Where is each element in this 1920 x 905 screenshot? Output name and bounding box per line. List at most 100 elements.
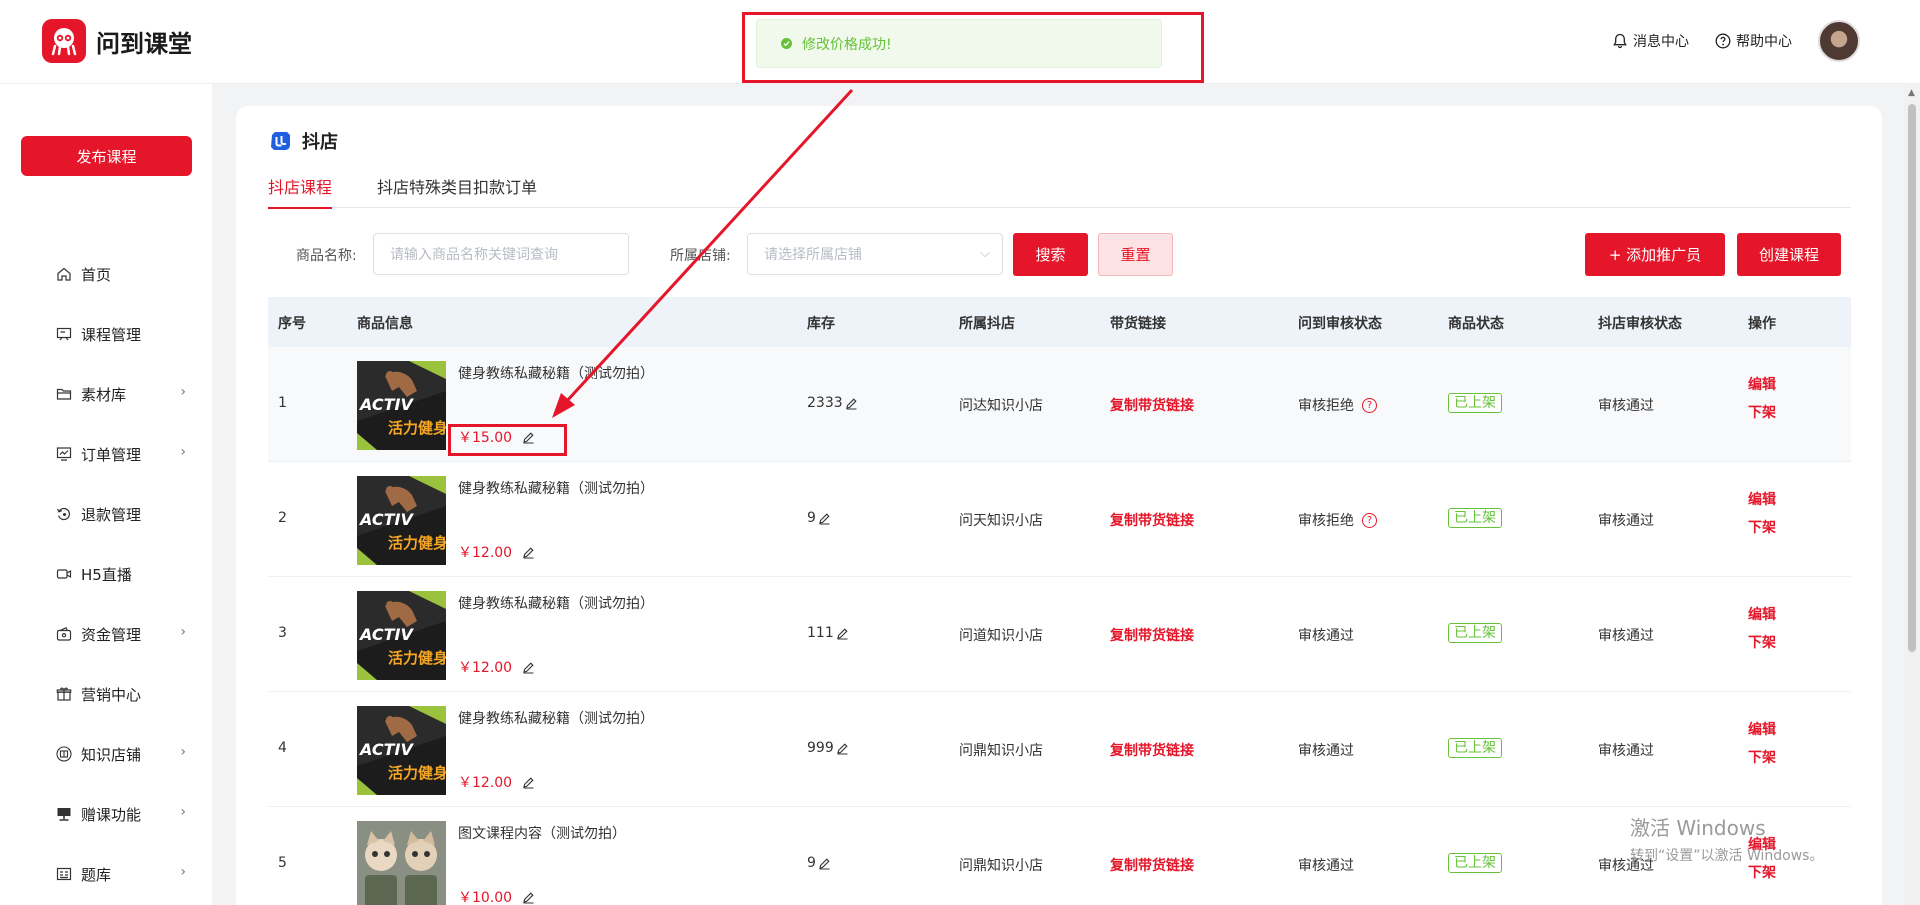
wendao-audit-status: 审核通过 [1298, 740, 1354, 760]
take-down-button[interactable]: 下架 [1748, 514, 1776, 542]
watermark-subtitle: 转到“设置”以激活 Windows。 [1630, 848, 1824, 864]
copy-sales-link-button[interactable]: 复制带货链接 [1110, 510, 1194, 530]
sidebar-item-fund-management[interactable]: 资金管理 › [0, 604, 212, 664]
edit-button[interactable]: 编辑 [1748, 371, 1776, 399]
edit-stock-icon[interactable] [836, 742, 849, 755]
help-center-link[interactable]: 帮助中心 [1715, 31, 1792, 51]
sidebar-item-material-library[interactable]: 素材库 › [0, 364, 212, 424]
add-promoter-button[interactable]: + 添加推广员 [1585, 233, 1725, 276]
stock-value: 111 [807, 625, 834, 641]
create-course-button[interactable]: 创建课程 [1737, 233, 1841, 276]
message-center-link[interactable]: 消息中心 [1612, 31, 1689, 51]
row-actions: 编辑 下架 [1748, 371, 1776, 427]
store-name: 问天知识小店 [959, 513, 1043, 529]
edit-price-icon[interactable] [522, 776, 535, 789]
watermark-title: 激活 Windows [1630, 816, 1766, 840]
tab-special-deduction-orders[interactable]: 抖店特殊类目扣款订单 [377, 174, 537, 208]
edit-button[interactable]: 编辑 [1748, 486, 1776, 514]
status-badge-wrap: 已上架 [1448, 507, 1502, 528]
edit-stock-icon[interactable] [836, 627, 849, 640]
product-thumbnail[interactable]: ACTIV 活力健身 [357, 706, 446, 795]
logo-icon [42, 19, 86, 63]
product-name[interactable]: 健身教练私藏秘籍（测试勿拍） [458, 478, 658, 498]
product-name[interactable]: 图文课程内容（测试勿拍） [458, 823, 658, 843]
douyin-audit-status: 审核通过 [1598, 743, 1654, 759]
brand-logo[interactable]: 问到课堂 [42, 19, 192, 63]
sidebar-item-h5-live[interactable]: H5直播 [0, 544, 212, 604]
edit-stock-icon[interactable] [818, 512, 831, 525]
order-icon [56, 447, 72, 461]
edit-price-icon[interactable] [522, 546, 535, 559]
copy-sales-link-button[interactable]: 复制带货链接 [1110, 740, 1194, 760]
refund-icon [56, 507, 70, 521]
message-center-label: 消息中心 [1633, 34, 1689, 50]
sidebar-item-label: 赠课功能 [81, 805, 142, 824]
store-icon [56, 746, 72, 762]
wendao-audit-text: 审核通过 [1298, 628, 1354, 644]
sidebar-item-marketing-center[interactable]: 营销中心 [0, 664, 212, 724]
price-highlight-box [448, 424, 567, 456]
user-avatar[interactable] [1818, 20, 1860, 62]
sidebar-item-label: 营销中心 [81, 685, 142, 704]
edit-stock-icon[interactable] [818, 857, 831, 870]
stock-cell: 111 [807, 625, 849, 641]
edit-stock-icon[interactable] [845, 397, 858, 410]
sidebar-item-course-management[interactable]: 课程管理 [0, 304, 212, 364]
search-button[interactable]: 搜索 [1013, 233, 1088, 276]
tab-douyin-courses[interactable]: 抖店课程 [268, 174, 333, 209]
question-mark-icon[interactable]: ? [1362, 397, 1377, 413]
product-name[interactable]: 健身教练私藏秘籍（测试勿拍） [458, 363, 658, 383]
copy-sales-link-button[interactable]: 复制带货链接 [1110, 395, 1194, 415]
sidebar-item-gift-course[interactable]: 赠课功能 › [0, 784, 212, 844]
store-select[interactable]: 请选择所属店铺 ⌵ [747, 233, 1003, 275]
col-stock: 库存 [807, 316, 835, 332]
thumb-chinese-text: 活力健身 [388, 649, 446, 667]
product-name-input[interactable]: 请输入商品名称关键词查询 [373, 233, 629, 275]
edit-button[interactable]: 编辑 [1748, 716, 1776, 744]
question-bank-icon [56, 867, 72, 881]
chevron-right-icon: › [180, 804, 186, 820]
present-icon [57, 808, 71, 821]
stock-value: 2333 [807, 395, 843, 411]
sidebar-item-home[interactable]: 首页 [0, 244, 212, 304]
page-scrollbar[interactable]: ▲ [1904, 84, 1920, 905]
product-thumbnail[interactable]: ACTIV 活力健身 [357, 361, 446, 450]
product-name[interactable]: 健身教练私藏秘籍（测试勿拍） [458, 593, 658, 613]
wendao-audit-text: 审核通过 [1298, 858, 1354, 874]
take-down-button[interactable]: 下架 [1748, 744, 1776, 772]
status-badge: 已上架 [1448, 738, 1502, 758]
sidebar-item-refund-management[interactable]: 退款管理 [0, 484, 212, 544]
col-actions: 操作 [1748, 316, 1776, 332]
take-down-button[interactable]: 下架 [1748, 629, 1776, 657]
copy-sales-link-button[interactable]: 复制带货链接 [1110, 855, 1194, 875]
sidebar-item-knowledge-store[interactable]: 知识店铺 › [0, 724, 212, 784]
scroll-up-icon[interactable]: ▲ [1908, 88, 1915, 98]
sidebar-item-label: 首页 [81, 265, 112, 284]
product-thumbnail[interactable]: ACTIV 活力健身 [357, 591, 446, 680]
douyin-audit-status: 审核通过 [1598, 398, 1654, 414]
copy-sales-link-button[interactable]: 复制带货链接 [1110, 625, 1194, 645]
sidebar-item-order-management[interactable]: 订单管理 › [0, 424, 212, 484]
edit-price-icon[interactable] [522, 891, 535, 904]
wallet-icon [56, 627, 72, 641]
edit-price-icon[interactable] [522, 661, 535, 674]
publish-course-button[interactable]: 发布课程 [21, 136, 192, 176]
product-thumbnail[interactable] [357, 821, 446, 905]
store-name: 问达知识小店 [959, 398, 1043, 414]
table-row: 4 ACTIV 活力健身 健身教练私藏秘籍（测试勿拍） ￥12.00 999 问鼎知识小店 复… [268, 692, 1851, 807]
sidebar-item-question-bank[interactable]: 题库 › [0, 844, 212, 904]
status-badge: 已上架 [1448, 623, 1502, 643]
sidebar-menu: 首页 课程管理 素材库 › 订单管理 › 退款管理 H5直播 资金管理 › 营销… [0, 244, 212, 904]
price-value: ￥12.00 [458, 545, 513, 561]
scroll-thumb[interactable] [1908, 104, 1916, 652]
product-name[interactable]: 健身教练私藏秘籍（测试勿拍） [458, 708, 658, 728]
product-thumbnail[interactable]: ACTIV 活力健身 [357, 476, 446, 565]
question-mark-icon[interactable]: ? [1362, 512, 1377, 528]
take-down-button[interactable]: 下架 [1748, 399, 1776, 427]
edit-button[interactable]: 编辑 [1748, 601, 1776, 629]
product-price: ￥12.00 [458, 542, 535, 562]
status-badge-wrap: 已上架 [1448, 622, 1502, 643]
douyin-audit-status: 审核通过 [1598, 513, 1654, 529]
reset-button[interactable]: 重置 [1098, 233, 1173, 276]
store-name: 问鼎知识小店 [959, 743, 1043, 759]
